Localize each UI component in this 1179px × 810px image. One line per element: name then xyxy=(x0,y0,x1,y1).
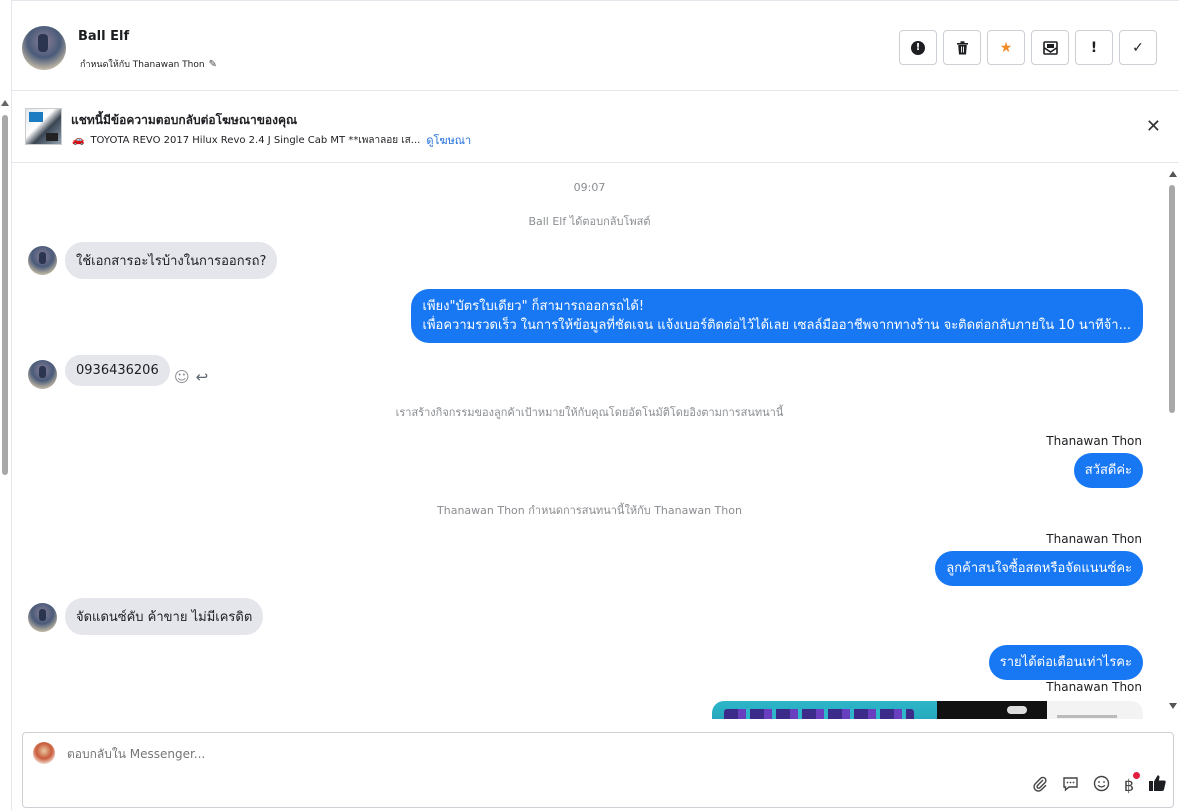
image-panel xyxy=(1047,701,1143,719)
system-message: เราสร้างกิจกรรมของลูกค้าเป้าหมายให้กับคุ… xyxy=(395,406,784,419)
outgoing-message[interactable]: รายได้ต่อเดือนเท่าไรคะ xyxy=(988,645,1143,680)
ad-thumbnail[interactable] xyxy=(25,108,62,145)
inbox-conversation: Ball Elf กำหนดให้กับ Thanawan Thon ✎ ! ★… xyxy=(0,0,1179,810)
contact-avatar-small[interactable] xyxy=(28,246,57,275)
left-scrollbar[interactable] xyxy=(0,0,12,810)
mark-done-button[interactable]: ✓ xyxy=(1119,30,1157,65)
timestamp: 09:07 xyxy=(573,181,606,194)
incoming-message[interactable]: จัดแดนซ์คับ ค้าขาย ไม่มีเครดิต xyxy=(65,598,264,635)
alert-circle-icon: ! xyxy=(911,40,925,55)
scroll-down-arrow-icon[interactable] xyxy=(1169,703,1177,709)
contact-avatar-small[interactable] xyxy=(28,603,57,632)
exclamation-icon: ! xyxy=(1090,39,1098,56)
contact-avatar-small[interactable] xyxy=(28,360,57,389)
message-line: เพียง"บัตรใบเดียว" ก็สามารถออกรถได้! xyxy=(422,299,645,314)
image-panel xyxy=(937,701,1047,719)
header-actions: ! ★ ! ✓ xyxy=(899,30,1157,65)
incoming-message[interactable]: ใช้เอกสารอะไรบ้างในการออกรถ? xyxy=(65,242,278,279)
car-icon: 🚗 xyxy=(72,134,85,146)
system-message: Thanawan Thon กำหนดการสนทนานี้ให้กับ Tha… xyxy=(437,504,742,517)
baht-icon[interactable]: ฿ xyxy=(1124,772,1140,795)
view-ad-link[interactable]: ดูโฆษณา xyxy=(426,131,471,149)
reply-icon[interactable]: ↩ xyxy=(196,368,209,386)
message-scrollbar[interactable] xyxy=(1167,163,1179,719)
sender-name: Thanawan Thon xyxy=(1046,680,1142,694)
follow-up-button[interactable]: ! xyxy=(1075,30,1113,65)
saved-reply-icon[interactable] xyxy=(1062,776,1079,796)
reply-input[interactable] xyxy=(67,747,967,761)
message-line: เพื่อความรวดเร็ว ในการให้ข้อมูลที่ชัดเจน… xyxy=(422,318,1131,333)
conversation-header: Ball Elf กำหนดให้กับ Thanawan Thon ✎ ! ★… xyxy=(12,0,1179,91)
outgoing-message[interactable]: สวัสดีค่ะ xyxy=(1073,453,1143,488)
page-avatar xyxy=(33,742,55,764)
assignment-label[interactable]: กำหนดให้กับ Thanawan Thon ✎ xyxy=(80,57,217,71)
scrollbar-thumb[interactable] xyxy=(2,115,8,475)
check-icon: ✓ xyxy=(1132,39,1144,56)
envelope-icon xyxy=(1042,40,1058,55)
ad-reply-banner: แชทนี้มีข้อความตอบกลับต่อโฆษณาของคุณ 🚗 T… xyxy=(12,91,1179,163)
outgoing-message[interactable]: ลูกค้าสนใจซื้อสดหรือจัดแนนซ์คะ xyxy=(935,551,1143,586)
paperclip-icon[interactable] xyxy=(1032,776,1048,796)
assignee-text: กำหนดให้กับ Thanawan Thon xyxy=(80,60,205,70)
scroll-up-arrow-icon[interactable] xyxy=(1169,171,1177,177)
thumbs-up-icon[interactable] xyxy=(1148,774,1167,797)
message-list[interactable]: 09:07 Ball Elf ได้ตอบกลับโพสต์ ใช้เอกสาร… xyxy=(12,163,1167,719)
scrollbar-thumb[interactable] xyxy=(1169,185,1175,413)
sender-name: Thanawan Thon xyxy=(1046,434,1142,448)
ad-description: TOYOTA REVO 2017 Hilux Revo 2.4 J Single… xyxy=(90,134,421,146)
trash-icon xyxy=(956,40,968,54)
close-icon[interactable]: ✕ xyxy=(1146,116,1161,137)
ad-banner-subtitle: 🚗 TOYOTA REVO 2017 Hilux Revo 2.4 J Sing… xyxy=(72,131,471,149)
image-attachment[interactable] xyxy=(712,701,1143,719)
message-actions: ☺ ↩ xyxy=(174,368,208,386)
contact-name[interactable]: Ball Elf xyxy=(78,29,129,44)
ad-banner-title: แชทนี้มีข้อความตอบกลับต่อโฆษณาของคุณ xyxy=(71,113,298,127)
incoming-message[interactable]: 0936436206 xyxy=(65,355,170,386)
contact-avatar[interactable] xyxy=(22,26,66,70)
notification-dot xyxy=(1133,772,1140,779)
star-button[interactable]: ★ xyxy=(987,30,1025,65)
mark-spam-button[interactable]: ! xyxy=(899,30,937,65)
mark-unread-button[interactable] xyxy=(1031,30,1069,65)
system-message: Ball Elf ได้ตอบกลับโพสต์ xyxy=(528,215,651,228)
sender-name: Thanawan Thon xyxy=(1046,532,1142,546)
star-icon: ★ xyxy=(999,39,1013,56)
emoji-icon[interactable] xyxy=(1093,775,1110,796)
scroll-up-arrow-icon[interactable] xyxy=(1,100,9,106)
image-panel xyxy=(712,701,937,719)
delete-button[interactable] xyxy=(943,30,981,65)
outgoing-message[interactable]: เพียง"บัตรใบเดียว" ก็สามารถออกรถได้! เพื… xyxy=(410,289,1143,343)
pencil-icon[interactable]: ✎ xyxy=(209,59,217,70)
reply-composer: ฿ xyxy=(22,732,1174,808)
emoji-react-icon[interactable]: ☺ xyxy=(174,368,190,386)
composer-tools: ฿ xyxy=(1032,772,1167,797)
